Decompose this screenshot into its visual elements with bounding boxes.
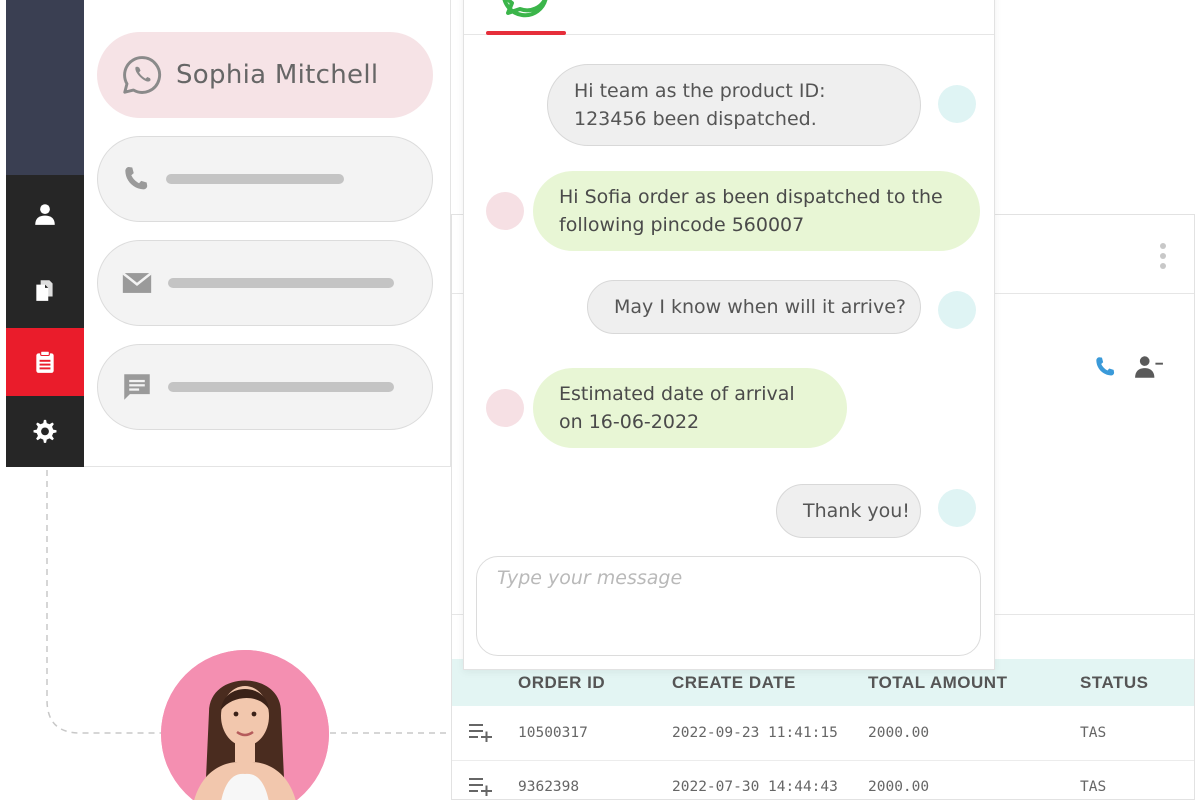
table-row[interactable]: 10500317 2022-09-23 11:41:15 2000.00 TAS bbox=[452, 706, 1194, 761]
nav-header-block bbox=[6, 0, 84, 175]
message-bubble-outgoing: Thank you! bbox=[776, 484, 921, 538]
agent-avatar-dot bbox=[938, 291, 976, 329]
message-placeholder-bar bbox=[168, 382, 394, 392]
whatsapp-icon bbox=[123, 56, 162, 94]
chat-header bbox=[464, 0, 994, 35]
quick-actions bbox=[1092, 353, 1164, 381]
message-icon bbox=[124, 374, 150, 400]
message-bubble-outgoing: Hi team as the product ID: 123456 been d… bbox=[547, 64, 921, 146]
user-icon bbox=[35, 203, 55, 225]
customer-avatar-dot bbox=[486, 389, 524, 427]
nav-item-settings[interactable] bbox=[6, 396, 84, 467]
header-status[interactable]: STATUS bbox=[1080, 659, 1194, 706]
nav-item-documents[interactable] bbox=[6, 252, 84, 328]
order-id-cell: 10500317 bbox=[518, 706, 672, 761]
more-options-icon[interactable] bbox=[1160, 243, 1166, 273]
gear-icon bbox=[33, 419, 57, 443]
chat-tab-indicator bbox=[486, 31, 566, 35]
total-amount-cell: 2000.00 bbox=[868, 760, 1080, 800]
status-cell: TAS bbox=[1080, 760, 1194, 800]
phone-placeholder-bar bbox=[166, 174, 344, 184]
clipboard-icon bbox=[36, 350, 54, 373]
email-field[interactable] bbox=[97, 240, 433, 326]
agent-avatar-dot bbox=[938, 489, 976, 527]
customer-avatar-dot bbox=[486, 192, 524, 230]
agent-avatar-dot bbox=[938, 85, 976, 123]
documents-icon bbox=[36, 280, 53, 301]
side-navigation bbox=[6, 0, 84, 467]
create-date-cell: 2022-09-23 11:41:15 bbox=[672, 706, 868, 761]
message-bubble-incoming: Hi Sofia order as been dispatched to the… bbox=[533, 171, 980, 251]
chat-panel: Hi team as the product ID: 123456 been d… bbox=[463, 0, 995, 670]
total-amount-cell: 2000.00 bbox=[868, 706, 1080, 761]
email-placeholder-bar bbox=[168, 278, 394, 288]
contact-panel: Sophia Mitchell bbox=[84, 0, 451, 467]
user-minus-icon[interactable] bbox=[1134, 353, 1164, 381]
contact-name: Sophia Mitchell bbox=[176, 60, 379, 90]
message-field[interactable] bbox=[97, 344, 433, 430]
status-cell: TAS bbox=[1080, 706, 1194, 761]
message-bubble-outgoing: May I know when will it arrive? bbox=[587, 280, 921, 334]
message-input[interactable] bbox=[477, 557, 980, 599]
create-date-cell: 2022-07-30 14:44:43 bbox=[672, 760, 868, 800]
order-id-cell: 9362398 bbox=[518, 760, 672, 800]
mail-icon bbox=[122, 272, 152, 293]
orders-table: ORDER ID CREATE DATE TOTAL AMOUNT STATUS bbox=[452, 659, 1194, 800]
add-to-list-icon[interactable] bbox=[468, 774, 494, 797]
customer-photo bbox=[161, 650, 329, 800]
add-to-list-icon[interactable] bbox=[468, 720, 494, 743]
phone-icon[interactable] bbox=[1092, 354, 1118, 380]
whatsapp-icon[interactable] bbox=[498, 0, 554, 25]
phone-icon bbox=[125, 167, 148, 190]
message-bubble-incoming: Estimated date of arrival on 16-06-2022 bbox=[533, 368, 847, 448]
table-row[interactable]: 9362398 2022-07-30 14:44:43 2000.00 TAS bbox=[452, 760, 1194, 800]
message-composer[interactable] bbox=[476, 556, 981, 656]
nav-item-contacts[interactable] bbox=[6, 175, 84, 252]
nav-item-orders[interactable] bbox=[6, 328, 84, 396]
customer-avatar bbox=[161, 650, 329, 800]
phone-field[interactable] bbox=[97, 136, 433, 222]
contact-name-card[interactable]: Sophia Mitchell bbox=[97, 32, 433, 118]
